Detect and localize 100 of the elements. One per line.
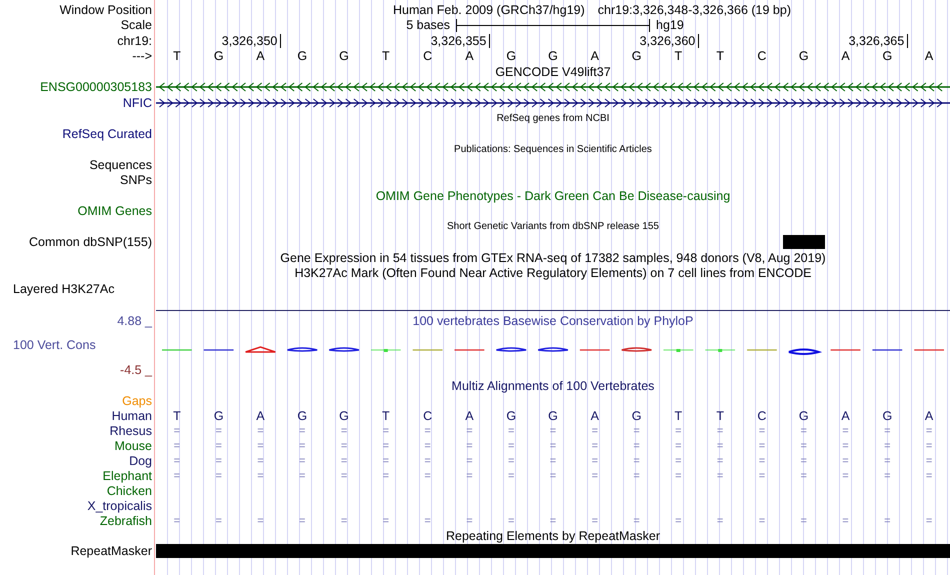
alignment-match-mark: = xyxy=(633,456,640,466)
scale-span-label: 5 bases xyxy=(406,18,450,32)
ruler-position-label: 3,326,360 xyxy=(640,34,700,48)
track-label: 100 Vert. Cons xyxy=(13,338,96,352)
ruler-position-label: 3,326,355 xyxy=(430,34,490,48)
alignment-match-mark: = xyxy=(508,440,514,452)
alignment-match-mark: = xyxy=(592,426,598,436)
alignment-match-mark: = xyxy=(340,516,348,526)
alignment-base: T xyxy=(716,409,724,423)
alignment-match-mark: = xyxy=(675,516,682,526)
alignment-base: G xyxy=(339,409,349,423)
alignment-match-mark: = xyxy=(174,456,180,466)
track-title: Short Genetic Variants from dbSNP release 155 xyxy=(447,221,659,232)
alignment-match-mark: = xyxy=(592,516,598,526)
alignment-match-mark: = xyxy=(675,426,682,436)
alignment-match-mark: = xyxy=(758,440,766,452)
track-title: Repeating Elements by RepeatMasker xyxy=(446,529,660,543)
alignment-match-mark: = xyxy=(633,426,640,436)
track-title: Publications: Sequences in Scientific Articles xyxy=(454,144,652,155)
alignment-match-mark: = xyxy=(382,440,390,452)
alignment-match-mark: = xyxy=(508,470,514,482)
alignment-match-mark: = xyxy=(592,440,598,452)
sequence-base: G xyxy=(798,49,809,64)
axis-min-label: -4.5 _ xyxy=(120,362,152,376)
alignment-base: G xyxy=(214,409,224,423)
strand-arrow-label: ---> xyxy=(132,49,152,64)
track-title: H3K27Ac Mark (Often Found Near Active Regulatory Elements) on 7 cell lines from ENCODE xyxy=(294,266,812,280)
track-label: Mouse xyxy=(114,439,152,453)
alignment-match-mark: = xyxy=(424,470,431,482)
alignment-match-mark: = xyxy=(633,516,640,526)
alignment-match-mark: = xyxy=(675,440,682,452)
alignment-match-mark: = xyxy=(174,470,180,482)
alignment-match-mark: = xyxy=(550,516,556,526)
alignment-match-mark: = xyxy=(842,440,849,452)
sequence-base: T xyxy=(716,49,724,64)
track-label: Human xyxy=(112,409,152,423)
track-label: X_tropicalis xyxy=(87,499,152,513)
track-label: Elephant xyxy=(102,469,152,483)
track-label: RepeatMasker xyxy=(70,544,152,558)
sequence-base: G xyxy=(882,49,892,64)
alignment-match-mark: = xyxy=(842,516,849,526)
alignment-match-mark: = xyxy=(800,470,807,482)
alignment-match-mark: = xyxy=(257,440,264,452)
alignment-match-mark: = xyxy=(800,426,807,436)
track-title: RefSeq genes from NCBI xyxy=(496,112,610,124)
sequence-base: A xyxy=(590,49,599,64)
alignment-match-mark: = xyxy=(340,440,348,452)
alignment-match-mark: = xyxy=(842,456,849,466)
alignment-match-mark: = xyxy=(215,440,222,452)
track-label: SNPs xyxy=(120,173,152,188)
track-title: 100 vertebrates Basewise Conservation by PhyloP xyxy=(412,314,694,328)
alignment-base: T xyxy=(674,409,682,423)
alignment-match-mark: = xyxy=(884,516,891,526)
alignment-match-mark: = xyxy=(842,426,849,436)
alignment-match-mark: = xyxy=(508,456,514,466)
track-label: chr19: xyxy=(117,34,152,48)
track-label: OMIM Genes xyxy=(78,204,152,218)
alignment-match-mark: = xyxy=(466,470,473,482)
alignment-match-mark: = xyxy=(466,516,473,526)
alignment-match-mark: = xyxy=(550,440,556,452)
sequence-base: C xyxy=(423,49,432,64)
alignment-match-mark: = xyxy=(716,426,724,436)
alignment-match-mark: = xyxy=(758,516,766,526)
alignment-match-mark: = xyxy=(215,470,222,482)
alignment-match-mark: = xyxy=(174,440,180,452)
alignment-match-mark: = xyxy=(716,440,724,452)
alignment-match-mark: = xyxy=(508,426,514,436)
track-label: NFIC xyxy=(122,96,152,110)
alignment-match-mark: = xyxy=(884,470,891,482)
alignment-match-mark: = xyxy=(926,440,932,452)
track-label: Layered H3K27Ac xyxy=(13,282,114,296)
alignment-match-mark: = xyxy=(800,516,807,526)
track-label: RefSeq Curated xyxy=(62,126,152,141)
track-label: Chicken xyxy=(106,484,152,498)
alignment-match-mark: = xyxy=(926,470,932,482)
alignment-base: A xyxy=(590,409,599,423)
alignment-match-mark: = xyxy=(424,516,431,526)
alignment-match-mark: = xyxy=(466,440,473,452)
axis-max-label: 4.88 _ xyxy=(117,314,152,328)
alignment-match-mark: = xyxy=(257,516,264,526)
alignment-base: A xyxy=(841,409,850,423)
track-label: Common dbSNP(155) xyxy=(29,235,152,250)
position-title: chr19:3,326,348-3,326,366 (19 bp) xyxy=(598,2,791,17)
sequence-base: G xyxy=(214,49,224,64)
sequence-base: A xyxy=(465,49,474,64)
alignment-match-mark: = xyxy=(215,516,222,526)
alignment-match-mark: = xyxy=(299,470,306,482)
alignment-match-mark: = xyxy=(550,456,556,466)
track-label: Window Position xyxy=(60,2,152,17)
alignment-base: A xyxy=(924,409,934,423)
alignment-match-mark: = xyxy=(215,426,222,436)
track-label: Gaps xyxy=(122,394,152,408)
alignment-match-mark: = xyxy=(382,456,390,466)
alignment-match-mark: = xyxy=(926,456,932,466)
sequence-base: A xyxy=(841,49,850,64)
alignment-base: T xyxy=(173,409,181,423)
alignment-match-mark: = xyxy=(299,426,306,436)
track-title: Gene Expression in 54 tissues from GTEx RNA-seq of 17382 samples, 948 donors (V8, Aug 2019) xyxy=(280,250,826,265)
alignment-match-mark: = xyxy=(382,470,390,482)
alignment-base: G xyxy=(506,409,516,423)
